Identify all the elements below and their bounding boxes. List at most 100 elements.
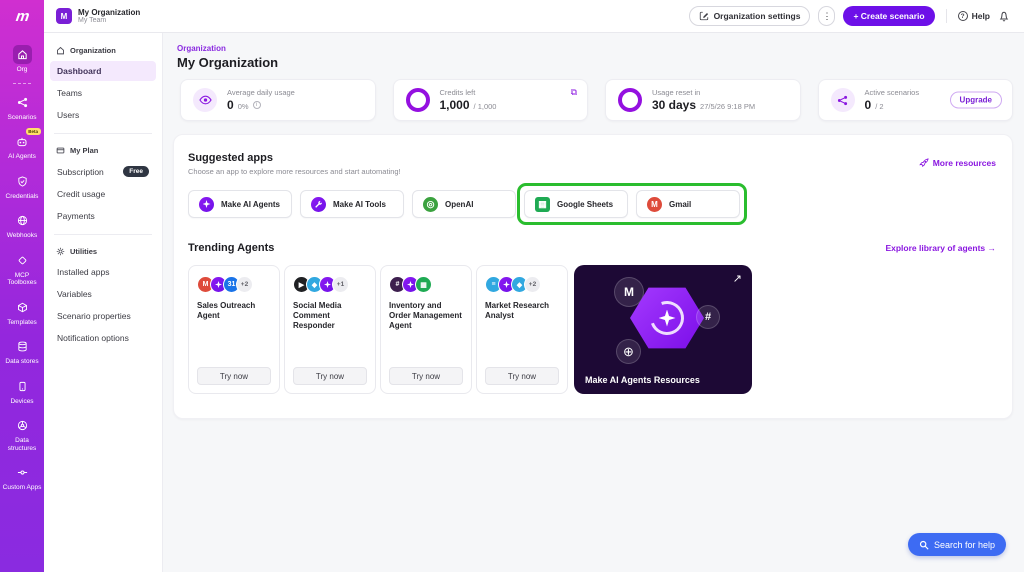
sidebar-item-scenario-properties[interactable]: Scenario properties: [50, 306, 156, 326]
more-apps-badge: +2: [524, 276, 541, 293]
agent-card-market-research[interactable]: ≡ ◆ +2 Market Research Analyst Try now: [476, 265, 568, 394]
app-button-gmail[interactable]: M Gmail: [636, 190, 740, 218]
create-scenario-button[interactable]: + Create scenario: [843, 6, 935, 26]
stat-card-credits-left: Credits left 1,000 / 1,000 ⧉: [392, 79, 588, 121]
rail-item-data-stores[interactable]: Data stores: [0, 337, 44, 366]
organization-settings-button[interactable]: Organization settings: [688, 6, 811, 26]
try-now-button[interactable]: Try now: [485, 367, 559, 385]
eye-icon: [193, 88, 217, 112]
more-apps-badge: +1: [332, 276, 349, 293]
rail-item-webhooks[interactable]: Webhooks: [0, 211, 44, 240]
sidebar-item-credit-usage[interactable]: Credit usage: [50, 184, 156, 204]
app-button-make-ai-agents[interactable]: Make AI Agents: [188, 190, 292, 218]
gear-icon: [56, 247, 65, 256]
app-button-openai[interactable]: ◎ OpenAI: [412, 190, 516, 218]
usage-donut-icon: [618, 88, 642, 112]
credit-card-icon: [56, 146, 65, 155]
stat-card-average-daily-usage: Average daily usage 0 0% i: [180, 79, 376, 121]
header-divider: [945, 9, 947, 23]
rail-item-templates[interactable]: Templates: [0, 298, 44, 327]
try-now-button[interactable]: Try now: [197, 367, 271, 385]
rail-item-org[interactable]: Org: [0, 45, 44, 74]
sidebar-divider: [54, 234, 152, 235]
sidebar-item-notification-options[interactable]: Notification options: [50, 328, 156, 348]
search-icon: [919, 540, 929, 550]
org-switcher[interactable]: M My Organization My Team: [56, 8, 140, 25]
agent-card-sales-outreach[interactable]: M 31 +2 Sales Outreach Agent Try now: [188, 265, 280, 394]
kebab-menu-button[interactable]: ⋮: [818, 6, 836, 26]
rail-item-credentials[interactable]: Credentials: [0, 172, 44, 201]
external-arrow-icon: ↗: [732, 273, 742, 285]
suggested-apps-title: Suggested apps: [188, 152, 273, 164]
edit-icon: [699, 11, 709, 21]
openai-icon: ◎: [423, 196, 438, 212]
top-header: M My Organization My Team Organization s…: [44, 0, 1024, 33]
try-now-button[interactable]: Try now: [389, 367, 463, 385]
credits-donut-icon: [405, 88, 430, 112]
sidebar-item-installed-apps[interactable]: Installed apps: [50, 262, 156, 282]
explore-library-link[interactable]: Explore library of agents →: [885, 243, 996, 253]
sidebar-item-dashboard[interactable]: Dashboard: [50, 61, 156, 81]
ai-resources-banner[interactable]: ↗ M # ⊕ Make AI Agents Resources: [574, 265, 752, 394]
app-button-make-ai-tools[interactable]: Make AI Tools: [300, 190, 404, 218]
rail-divider: [13, 82, 31, 84]
sidebar-item-teams[interactable]: Teams: [50, 83, 156, 103]
device-icon: [13, 377, 32, 396]
make-ai-tools-icon: [311, 196, 326, 212]
banner-title: Make AI Agents Resources: [585, 375, 700, 385]
sidebar-divider: [54, 133, 152, 134]
app-rail: m Org Scenarios Beta AI Agents Credentia…: [0, 0, 44, 572]
trending-agents-row: M 31 +2 Sales Outreach Agent Try now ▶ ◆…: [188, 265, 996, 394]
diamond-icon: [13, 251, 32, 270]
help-icon: ?: [957, 11, 968, 21]
upgrade-button[interactable]: Upgrade: [949, 91, 1002, 109]
agent-card-inventory-order[interactable]: # ▦ Inventory and Order Management Agent…: [380, 265, 472, 394]
sidebar-item-subscription[interactable]: Subscription Free: [50, 161, 156, 182]
more-apps-badge: +2: [236, 276, 253, 293]
main-content: Organization My Organization Average dai…: [163, 33, 1024, 572]
sidebar-section-my-plan: My Plan: [44, 142, 162, 159]
rail-item-devices[interactable]: Devices: [0, 377, 44, 406]
gmail-icon: M: [647, 196, 662, 212]
slack-bubble: #: [696, 305, 720, 329]
more-resources-link[interactable]: More resources: [918, 158, 996, 168]
org-team: My Team: [78, 16, 107, 24]
rail-item-custom-apps[interactable]: Custom Apps: [0, 463, 44, 492]
share-icon: [830, 88, 855, 112]
external-link-icon[interactable]: ⧉: [571, 87, 577, 98]
rail-item-mcp-toolboxes[interactable]: MCP Toolboxes: [0, 251, 44, 287]
sidebar-section-utilities: Utilities: [44, 243, 162, 260]
beta-badge: Beta: [25, 128, 41, 135]
free-plan-badge: Free: [123, 166, 149, 177]
stats-row: Average daily usage 0 0% i Credits left …: [180, 79, 1013, 121]
page-title: My Organization: [177, 55, 279, 70]
org-avatar: M: [56, 8, 72, 24]
app-button-google-sheets[interactable]: ▦ Google Sheets: [524, 190, 628, 218]
help-menu[interactable]: ? Help: [957, 11, 990, 21]
share-icon: [13, 93, 32, 112]
make-ai-agents-icon: [199, 196, 214, 212]
rail-item-ai-agents[interactable]: Beta AI Agents: [0, 128, 44, 161]
rail-item-data-structures[interactable]: Data structures: [0, 416, 44, 452]
search-for-help-button[interactable]: Search for help: [907, 533, 1006, 556]
info-icon[interactable]: i: [252, 101, 261, 109]
agent-card-social-media[interactable]: ▶ ◆ +1 Social Media Comment Responder Tr…: [284, 265, 376, 394]
trending-agents-title: Trending Agents: [188, 242, 275, 254]
stat-card-usage-reset: Usage reset in 30 days 27/5/26 9:18 PM: [605, 79, 801, 121]
suggested-apps-row: Make AI Agents Make AI Tools ◎ OpenAI ▦ …: [188, 183, 996, 225]
sidebar-item-payments[interactable]: Payments: [50, 206, 156, 226]
google-sheets-icon: ▦: [415, 276, 432, 293]
dashboard-panel: Suggested apps Choose an app to explore …: [173, 134, 1013, 419]
suggested-apps-subtitle: Choose an app to explore more resources …: [188, 167, 401, 176]
sidebar-item-users[interactable]: Users: [50, 105, 156, 125]
make-logo[interactable]: m: [15, 8, 30, 25]
sidebar-item-variables[interactable]: Variables: [50, 284, 156, 304]
stat-card-active-scenarios: Active scenarios 0 / 2 Upgrade: [817, 79, 1013, 121]
breadcrumb[interactable]: Organization: [177, 44, 1024, 53]
try-now-button[interactable]: Try now: [293, 367, 367, 385]
rail-item-scenarios[interactable]: Scenarios: [0, 93, 44, 122]
notifications-bell-icon[interactable]: [998, 10, 1010, 22]
wheel-icon: [13, 416, 32, 435]
database-icon: [13, 337, 32, 356]
home-icon: [12, 45, 32, 64]
